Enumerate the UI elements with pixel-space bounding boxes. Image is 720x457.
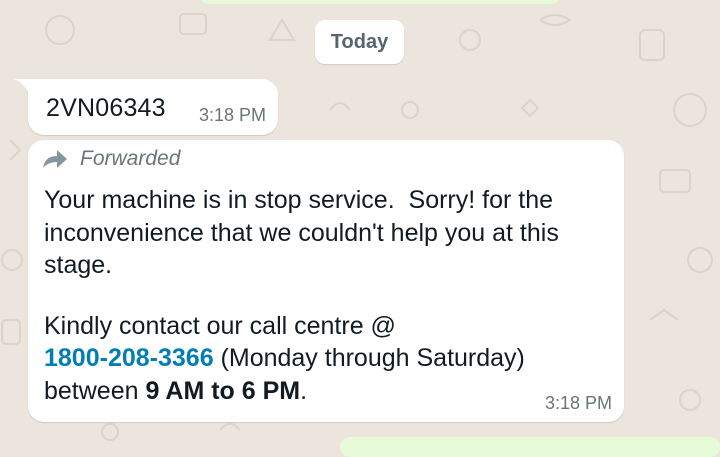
hours-prefix: between: [44, 376, 146, 405]
date-divider: Today: [315, 20, 404, 64]
message-line: inconvenience that we couldn't help you …: [44, 218, 559, 247]
hours-value: 9 AM to 6 PM: [145, 376, 301, 405]
outgoing-bubble-edge: [200, 0, 560, 4]
forward-arrow-icon: [43, 150, 67, 168]
message-text: 2VN06343: [46, 94, 166, 122]
incoming-message[interactable]: 2VN06343 3:18 PM: [14, 79, 278, 135]
outgoing-bubble-edge: [340, 437, 720, 457]
message-timestamp: 3:18 PM: [544, 393, 612, 413]
phone-suffix: (Monday through Saturday): [213, 344, 525, 372]
forwarded-indicator: Forwarded: [42, 147, 180, 171]
message-line: Your machine is in stop service. Sorry! …: [44, 186, 554, 214]
forwarded-label: Forwarded: [80, 147, 181, 170]
contact-line: Kindly contact our call centre @: [44, 311, 396, 340]
bubble-tail: [14, 79, 30, 95]
message-timestamp: 3:18 PM: [198, 105, 266, 125]
message-body: Your machine is in stop service. Sorry! …: [44, 184, 614, 407]
phone-line: 1800-208-3366 (Monday through Saturday): [44, 342, 614, 375]
message-line: stage.: [44, 251, 113, 279]
forwarded-message[interactable]: Forwarded Your machine is in stop servic…: [28, 140, 624, 422]
hours-line: between 9 AM to 6 PM.: [44, 375, 614, 408]
phone-number-link[interactable]: 1800-208-3366: [44, 344, 214, 372]
hours-suffix: .: [300, 376, 308, 405]
date-divider-label: Today: [330, 30, 389, 53]
